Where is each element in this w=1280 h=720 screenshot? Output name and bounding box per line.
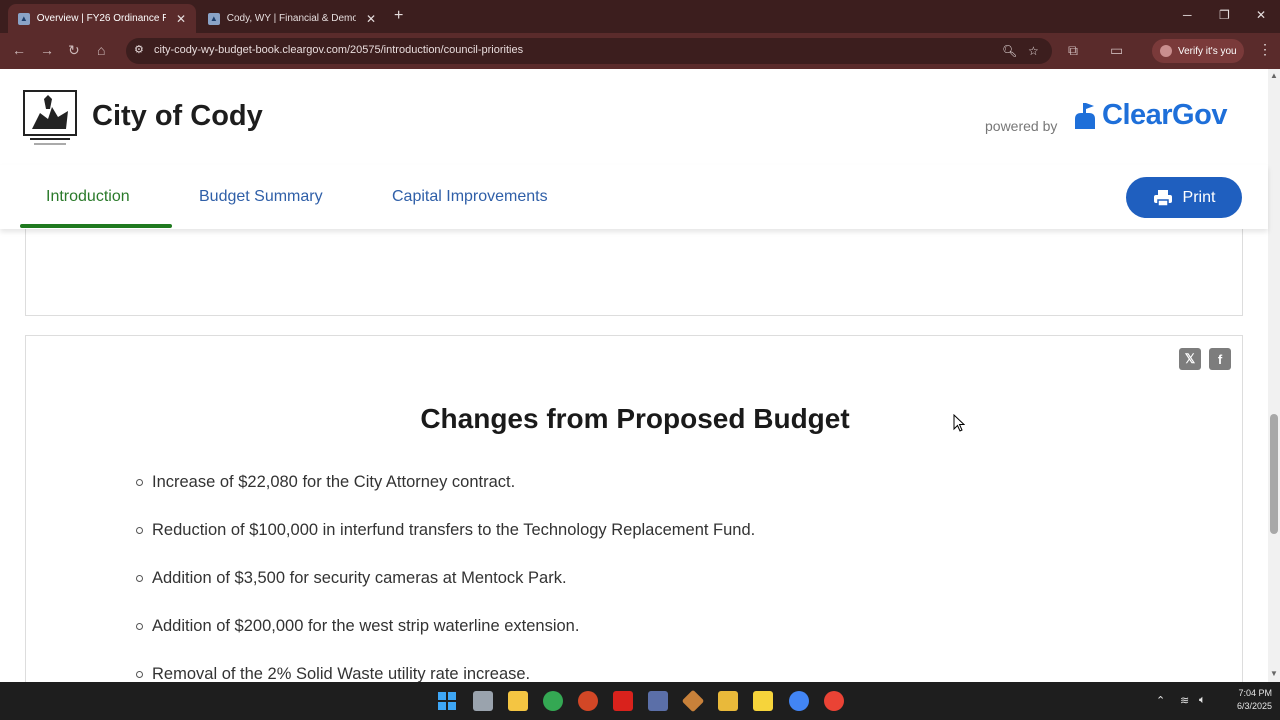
- changes-card: 𝕏 f Changes from Proposed Budget Increas…: [25, 335, 1243, 682]
- site-info-icon[interactable]: ⚙: [134, 43, 144, 56]
- nav-budget-summary[interactable]: Budget Summary: [199, 188, 323, 206]
- tab-cody-financial[interactable]: ▲ Cody, WY | Financial & Demogr ✕: [198, 4, 386, 33]
- close-window-icon[interactable]: ✕: [1256, 8, 1266, 22]
- avatar: [1160, 45, 1172, 57]
- tab-overview[interactable]: ▲ Overview | FY26 Ordinance Rea ✕: [8, 4, 196, 33]
- changes-list: Increase of $22,080 for the City Attorne…: [136, 473, 755, 682]
- scroll-down-icon[interactable]: ▼: [1270, 669, 1278, 678]
- cleargov-flag-icon: [1075, 102, 1095, 129]
- mouse-cursor-icon: [953, 414, 965, 432]
- browser-tab-bar: ▲ Overview | FY26 Ordinance Rea ✕ ▲ Cody…: [0, 0, 1280, 33]
- reload-icon[interactable]: ↻: [68, 42, 80, 59]
- zoom-icon[interactable]: 🔍︎: [1002, 44, 1017, 58]
- cleargov-favicon-icon: ▲: [18, 12, 30, 25]
- scroll-thumb[interactable]: [1270, 414, 1278, 534]
- tab-title: Overview | FY26 Ordinance Rea: [36, 13, 166, 24]
- extensions-icon[interactable]: ⧉: [1068, 42, 1078, 59]
- calculator-icon[interactable]: [648, 691, 668, 711]
- main-content: 𝕏 f Changes from Proposed Budget Increas…: [0, 229, 1268, 682]
- windows-start-icon[interactable]: [437, 691, 457, 711]
- minimize-icon[interactable]: ─: [1183, 8, 1192, 22]
- facebook-share-icon[interactable]: f: [1209, 348, 1231, 370]
- browser-menu-icon[interactable]: ⋮: [1258, 41, 1272, 58]
- side-panel-icon[interactable]: ▭: [1110, 42, 1123, 59]
- nav-capital-improvements[interactable]: Capital Improvements: [392, 188, 548, 206]
- active-tab-indicator: [20, 224, 172, 228]
- clock-date: 6/3/2025: [1236, 701, 1272, 711]
- windows-taskbar: ⌃ ≋ 🔈︎ 7:04 PM 6/3/2025: [0, 682, 1280, 720]
- bookmark-star-icon[interactable]: ☆: [1028, 44, 1039, 58]
- section-title: Changes from Proposed Budget: [420, 403, 850, 434]
- powerpoint-icon[interactable]: [578, 691, 598, 711]
- x-share-icon[interactable]: 𝕏: [1179, 348, 1201, 370]
- close-tab-icon[interactable]: ✕: [176, 12, 186, 26]
- powered-by-label: powered by: [985, 118, 1058, 134]
- nav-introduction[interactable]: Introduction: [46, 188, 130, 206]
- list-item: Increase of $22,080 for the City Attorne…: [136, 473, 755, 521]
- printer-icon: [1153, 189, 1172, 207]
- acrobat-icon[interactable]: [613, 691, 633, 711]
- tab-title: Cody, WY | Financial & Demogr: [226, 13, 356, 24]
- sticky-notes-icon[interactable]: [753, 691, 773, 711]
- chrome-active-icon[interactable]: [789, 691, 809, 711]
- page-scrollbar[interactable]: ▲ ▼: [1268, 69, 1280, 682]
- chrome-profile-icon[interactable]: [824, 691, 844, 711]
- new-tab-icon[interactable]: +: [394, 7, 403, 25]
- restore-icon[interactable]: ❐: [1219, 8, 1230, 22]
- address-bar[interactable]: ⚙ city-cody-wy-budget-book.cleargov.com/…: [126, 38, 1052, 64]
- cleargov-wordmark: ClearGov: [1102, 99, 1227, 131]
- forward-icon[interactable]: →: [40, 42, 54, 58]
- url-text: city-cody-wy-budget-book.cleargov.com/20…: [154, 44, 524, 56]
- usb-drive-icon[interactable]: [718, 691, 738, 711]
- tray-overflow-icon[interactable]: ⌃: [1156, 694, 1165, 707]
- verify-profile-button[interactable]: Verify it's you: [1152, 39, 1244, 63]
- chrome-icon[interactable]: [543, 691, 563, 711]
- close-tab-icon[interactable]: ✕: [366, 12, 376, 26]
- previous-card: [25, 229, 1243, 316]
- cleargov-logo[interactable]: ClearGov: [1072, 99, 1227, 132]
- app-icon[interactable]: [681, 689, 705, 713]
- task-view-icon[interactable]: [473, 691, 493, 711]
- site-title[interactable]: City of Cody: [92, 100, 263, 133]
- volume-icon[interactable]: 🔈︎: [1199, 694, 1206, 707]
- wifi-icon[interactable]: ≋: [1180, 694, 1189, 707]
- cleargov-favicon-icon: ▲: [208, 12, 220, 25]
- file-explorer-icon[interactable]: [508, 691, 528, 711]
- print-button[interactable]: Print: [1126, 177, 1242, 218]
- list-item: Removal of the 2% Solid Waste utility ra…: [136, 665, 755, 682]
- home-icon[interactable]: ⌂: [97, 42, 105, 58]
- list-item: Addition of $3,500 for security cameras …: [136, 569, 755, 617]
- site-header: City of Cody powered by ClearGov: [0, 69, 1268, 165]
- site-nav: Introduction Budget Summary Capital Impr…: [0, 165, 1268, 229]
- scroll-up-icon[interactable]: ▲: [1270, 71, 1278, 80]
- clock[interactable]: 7:04 PM 6/3/2025: [1222, 687, 1272, 713]
- verify-label: Verify it's you: [1178, 45, 1237, 57]
- list-item: Reduction of $100,000 in interfund trans…: [136, 521, 755, 569]
- city-seal-icon[interactable]: [22, 89, 78, 147]
- list-item: Addition of $200,000 for the west strip …: [136, 617, 755, 665]
- clock-time: 7:04 PM: [1238, 688, 1272, 698]
- back-icon[interactable]: ←: [12, 42, 26, 58]
- browser-toolbar: ← → ↻ ⌂ ⚙ city-cody-wy-budget-book.clear…: [0, 33, 1280, 69]
- print-label: Print: [1182, 188, 1216, 206]
